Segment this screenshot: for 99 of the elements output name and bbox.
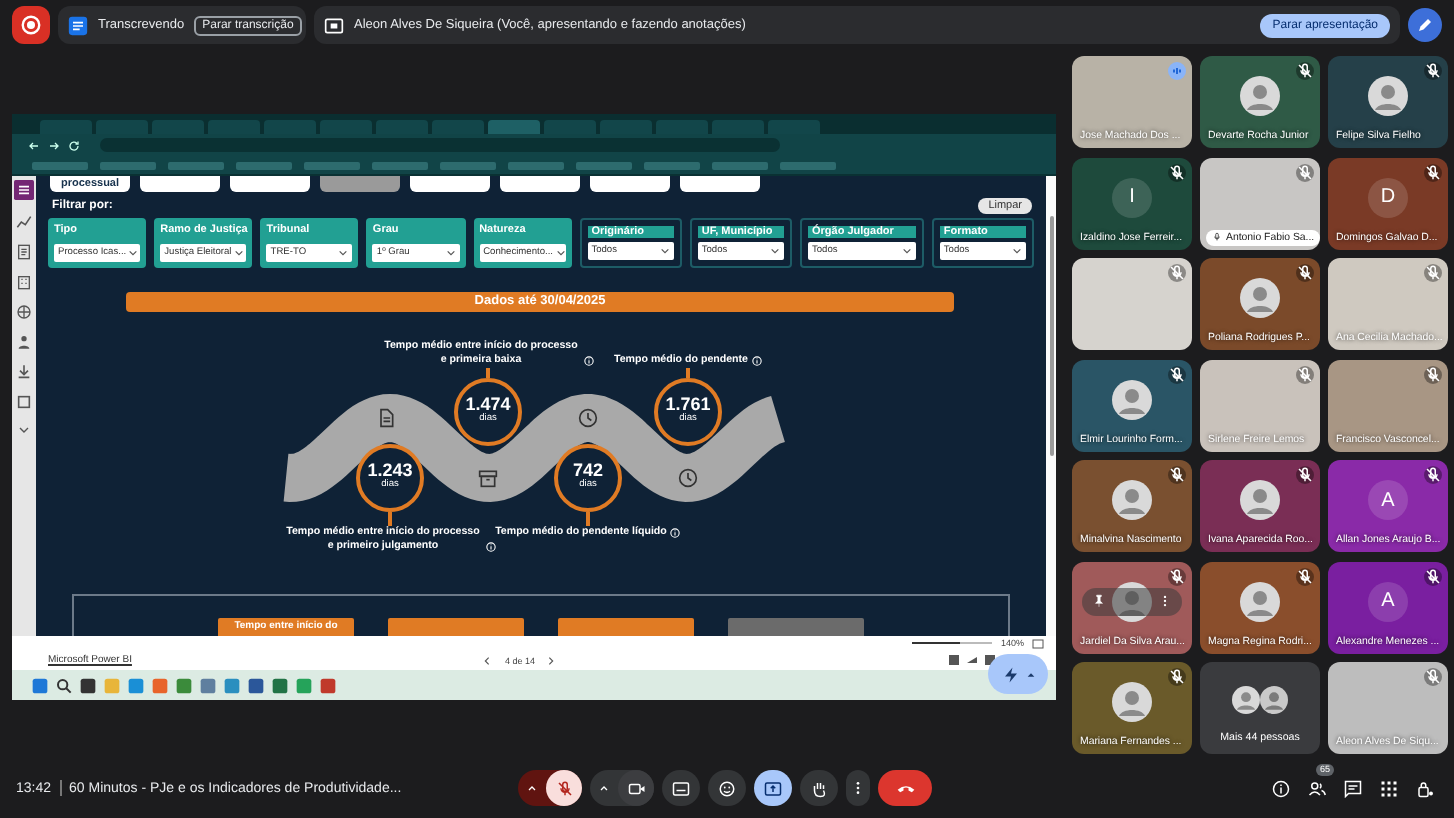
hand-icon	[810, 779, 828, 797]
info-icon[interactable]	[583, 355, 593, 366]
app-icon[interactable]	[320, 677, 336, 693]
leave-call-button[interactable]	[878, 770, 932, 806]
avatar-silhouette	[1240, 480, 1280, 520]
chevron-down-icon	[659, 246, 670, 257]
scrollbar-thumb[interactable]	[1049, 216, 1053, 456]
info-icon[interactable]	[670, 527, 681, 538]
chevron-left-icon[interactable]	[482, 655, 493, 665]
bookmark-chip[interactable]	[780, 161, 836, 169]
document-icon	[376, 407, 396, 428]
emoji-icon	[718, 779, 736, 797]
document-icon[interactable]	[16, 244, 32, 260]
chevron-down-icon	[128, 248, 139, 259]
archive-box-icon	[478, 467, 498, 488]
bookmark-chip[interactable]	[508, 161, 564, 169]
present-screen-icon	[764, 779, 782, 797]
grid-icon[interactable]	[14, 180, 34, 200]
avatar-silhouette	[1112, 379, 1152, 419]
chevron-down-icon	[445, 248, 456, 259]
pen-icon	[1416, 16, 1434, 34]
mic-off-icon	[555, 779, 573, 797]
chevron-down-icon	[901, 246, 912, 257]
bookmark-chip[interactable]	[236, 161, 292, 169]
avatar-silhouette	[1232, 686, 1260, 714]
pin-icon[interactable]	[1092, 594, 1106, 608]
chevron-down-icon	[555, 248, 565, 259]
caret-up-icon	[598, 782, 610, 794]
info-icon[interactable]	[485, 541, 495, 551]
avatar-silhouette	[1240, 581, 1280, 621]
forward-arrow-icon[interactable]	[48, 139, 60, 151]
avatar-silhouette	[1240, 76, 1280, 116]
avatar-silhouette	[1260, 686, 1288, 714]
mic-icon	[1212, 232, 1222, 242]
transcript-icon	[68, 15, 88, 35]
chevron-right-icon[interactable]	[546, 655, 557, 665]
apps-grid-icon[interactable]	[1380, 779, 1398, 797]
info-icon[interactable]	[752, 355, 762, 366]
globe-icon[interactable]	[16, 304, 32, 320]
bookmark-chip[interactable]	[712, 161, 768, 169]
reactions-button[interactable]	[708, 770, 746, 806]
camera-button[interactable]	[618, 770, 654, 806]
bookmark-chip[interactable]	[168, 161, 224, 169]
metric-value: 1.474	[465, 395, 511, 414]
avatar-silhouette	[1240, 278, 1280, 318]
person-icon[interactable]	[16, 334, 32, 350]
video-tile[interactable]	[1072, 258, 1192, 350]
square-icon[interactable]	[16, 394, 32, 410]
annotate-button[interactable]	[1408, 8, 1442, 42]
fit-page-icon[interactable]	[1032, 637, 1044, 649]
people-icon[interactable]	[1308, 779, 1326, 797]
metric-value: 742	[572, 461, 604, 480]
building-icon[interactable]	[16, 274, 32, 290]
avatar-silhouette	[1368, 76, 1408, 116]
caret-up-icon	[526, 782, 538, 794]
lock-person-icon[interactable]	[1416, 779, 1434, 797]
present-screen-icon	[324, 15, 344, 35]
bookmark-chip[interactable]	[32, 161, 88, 169]
bookmark-chip[interactable]	[100, 161, 156, 169]
bookmark-chip[interactable]	[372, 161, 428, 169]
avatar-letter: A	[1368, 480, 1408, 520]
lightning-icon	[1001, 665, 1019, 683]
info-icon[interactable]	[1272, 779, 1290, 797]
search-icon[interactable]	[56, 677, 72, 693]
chevron-down-icon	[1012, 246, 1023, 257]
chevron-down-icon	[338, 248, 349, 259]
metric-value: 1.761	[665, 395, 711, 414]
avatar-letter: I	[1112, 177, 1152, 217]
line-chart-icon[interactable]	[16, 214, 32, 230]
more-vertical-icon[interactable]	[1158, 594, 1172, 608]
chevron-down-icon	[233, 248, 244, 259]
unmute-button[interactable]	[546, 770, 582, 806]
bookmark-chip[interactable]	[576, 161, 632, 169]
record-icon	[20, 14, 42, 36]
avatar-letter: D	[1368, 177, 1408, 217]
captions-button[interactable]	[662, 770, 700, 806]
clock-icon	[578, 407, 598, 428]
back-arrow-icon[interactable]	[28, 139, 40, 151]
raise-hand-button[interactable]	[800, 770, 838, 806]
more-options-button[interactable]	[846, 770, 870, 806]
scrollbar[interactable]	[1046, 176, 1056, 636]
captions-icon	[672, 779, 690, 797]
avatar-silhouette	[1112, 682, 1152, 722]
bookmark-chip[interactable]	[440, 161, 496, 169]
chat-icon[interactable]	[1344, 779, 1362, 797]
avatar-letter: A	[1368, 581, 1408, 621]
clock-icon	[678, 467, 698, 488]
present-screen-button[interactable]	[754, 770, 792, 806]
avatar-silhouette	[1112, 581, 1152, 621]
camera-icon	[627, 779, 645, 797]
bookmark-chip[interactable]	[304, 161, 360, 169]
chevron-down-icon	[769, 246, 780, 257]
download-icon[interactable]	[16, 364, 32, 380]
reload-icon[interactable]	[68, 139, 80, 151]
metric-value: 1.243	[367, 461, 413, 480]
chevron-down-icon[interactable]	[18, 424, 30, 436]
bookmark-chip[interactable]	[644, 161, 700, 169]
avatar-silhouette	[1112, 480, 1152, 520]
recording-button[interactable]	[12, 6, 50, 44]
